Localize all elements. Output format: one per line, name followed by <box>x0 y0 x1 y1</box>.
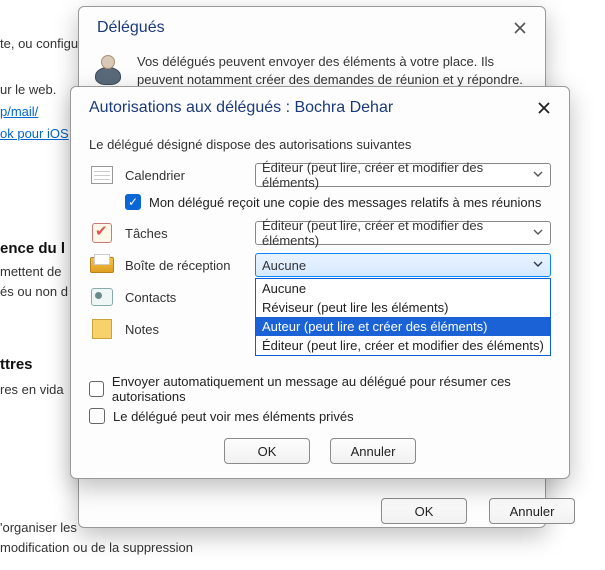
calendar-label: Calendrier <box>125 168 245 183</box>
chevron-down-icon <box>532 258 544 273</box>
bg-text: ur le web. <box>0 82 56 97</box>
permissions-ok-button[interactable]: OK <box>224 438 310 464</box>
chevron-down-icon <box>532 226 544 241</box>
inbox-label: Boîte de réception <box>125 258 245 273</box>
calendar-select[interactable]: Éditeur (peut lire, créer et modifier de… <box>255 163 551 187</box>
tasks-select-value: Éditeur (peut lire, créer et modifier de… <box>262 218 532 248</box>
tasks-select[interactable]: Éditeur (peut lire, créer et modifier de… <box>255 221 551 245</box>
copy-meetings-label: Mon délégué reçoit une copie des message… <box>149 195 541 210</box>
bg-text: 'organiser les <box>0 520 77 535</box>
auto-send-checkbox[interactable] <box>89 381 104 397</box>
inbox-icon <box>89 254 115 276</box>
auto-send-label: Envoyer automatiquement un message au dé… <box>112 374 551 404</box>
inbox-select[interactable]: Aucune Aucune Réviseur (peut lire les él… <box>255 253 551 277</box>
bg-text: res en vida <box>0 382 64 397</box>
calendar-select-value: Éditeur (peut lire, créer et modifier de… <box>262 160 532 190</box>
inbox-options-list: Aucune Réviseur (peut lire les éléments)… <box>255 278 551 356</box>
inbox-option[interactable]: Aucune <box>256 279 550 298</box>
bg-text: és ou non d <box>0 284 68 299</box>
permissions-title: Autorisations aux délégués : Bochra Deha… <box>89 99 393 117</box>
tasks-label: Tâches <box>125 226 245 241</box>
chevron-down-icon <box>532 168 544 183</box>
delegates-cancel-button[interactable]: Annuler <box>489 498 575 524</box>
inbox-option[interactable]: Réviseur (peut lire les éléments) <box>256 298 550 317</box>
bg-link[interactable]: p/mail/ <box>0 104 38 119</box>
contacts-icon <box>89 286 115 308</box>
delegates-title: Délégués <box>97 19 165 37</box>
private-items-checkbox[interactable] <box>89 408 105 424</box>
close-icon[interactable] <box>533 97 555 119</box>
permissions-description: Le délégué désigné dispose des autorisat… <box>89 137 551 152</box>
bg-text: modification ou de la suppression <box>0 540 193 555</box>
calendar-icon <box>89 164 115 186</box>
private-items-label: Le délégué peut voir mes éléments privés <box>113 409 354 424</box>
user-icon <box>93 53 127 87</box>
close-icon[interactable] <box>509 17 531 39</box>
delegates-ok-button[interactable]: OK <box>381 498 467 524</box>
bg-link[interactable]: ok pour iOS <box>0 126 69 141</box>
permissions-dialog: Autorisations aux délégués : Bochra Deha… <box>70 86 570 479</box>
tasks-icon <box>89 222 115 244</box>
inbox-select-value: Aucune <box>262 258 306 273</box>
contacts-label: Contacts <box>125 290 245 305</box>
notes-icon <box>89 318 115 340</box>
inbox-option[interactable]: Auteur (peut lire et créer des éléments) <box>256 317 550 336</box>
copy-meetings-checkbox[interactable]: ✓ <box>125 194 141 210</box>
bg-heading: ence du l <box>0 240 65 257</box>
bg-text: mettent de <box>0 264 61 279</box>
permissions-cancel-button[interactable]: Annuler <box>330 438 416 464</box>
notes-label: Notes <box>125 322 245 337</box>
inbox-option[interactable]: Éditeur (peut lire, créer et modifier de… <box>256 336 550 355</box>
bg-text: te, ou configu <box>0 36 78 51</box>
bg-heading: ttres <box>0 356 33 373</box>
